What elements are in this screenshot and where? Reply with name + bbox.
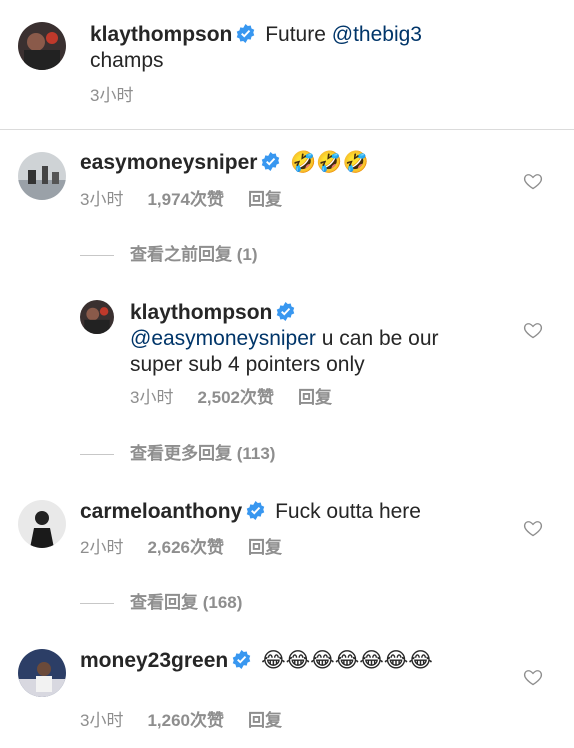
- comment-meta: 3小时 1,974次赞 回复: [80, 189, 282, 211]
- heart-icon[interactable]: [523, 171, 543, 191]
- comment-username[interactable]: money23green: [80, 649, 228, 672]
- caption-text-before: Future: [265, 23, 326, 46]
- reply-button[interactable]: 回复: [248, 537, 282, 559]
- reply-button[interactable]: 回复: [248, 710, 282, 732]
- comment-meta: 2小时 2,626次赞 回复: [80, 537, 282, 559]
- like-count[interactable]: 1,260次赞: [147, 710, 224, 732]
- divider-dash: [80, 454, 114, 456]
- reply-button[interactable]: 回复: [248, 189, 282, 211]
- like-count[interactable]: 2,502次赞: [197, 387, 274, 409]
- caption-time: 3小时: [90, 85, 133, 107]
- comment-emoji: 🤣🤣🤣: [290, 151, 369, 174]
- like-count[interactable]: 2,626次赞: [147, 537, 224, 559]
- reply-text: klaythompson @easymoneysniper u can be o…: [130, 300, 490, 378]
- caption-username[interactable]: klaythompson: [90, 23, 232, 46]
- avatar[interactable]: [80, 300, 114, 334]
- verified-badge-icon: [261, 152, 280, 171]
- comment-text: easymoneysniper 🤣🤣🤣: [80, 150, 500, 176]
- comment-username[interactable]: easymoneysniper: [80, 151, 257, 174]
- timestamp: 3小时: [80, 711, 124, 730]
- avatar[interactable]: [18, 649, 66, 697]
- verified-badge-icon: [246, 501, 265, 520]
- view-replies-button[interactable]: 查看回复 (168): [80, 592, 242, 614]
- timestamp: 3小时: [90, 86, 134, 105]
- avatar[interactable]: [18, 152, 66, 200]
- post-caption: klaythompson Future @thebig3 champs 3小时: [0, 0, 574, 130]
- reply-meta: 3小时 2,502次赞 回复: [130, 387, 332, 409]
- verified-badge-icon: [276, 302, 295, 321]
- comment-meta: 3小时 1,260次赞 回复: [80, 710, 282, 732]
- heart-icon[interactable]: [523, 320, 543, 340]
- caption-text: klaythompson Future @thebig3 champs: [90, 22, 550, 74]
- verified-badge-icon: [232, 650, 251, 669]
- view-replies-button[interactable]: 查看之前回复 (1): [80, 244, 258, 266]
- comment-username[interactable]: carmeloanthony: [80, 500, 242, 523]
- avatar[interactable]: [18, 500, 66, 548]
- view-replies-label: 查看回复 (168): [130, 593, 243, 612]
- caption-text-after: champs: [90, 49, 164, 72]
- comment-emoji: 😂😂😂😂😂😂😂: [261, 649, 433, 672]
- caption-mention[interactable]: @thebig3: [332, 23, 422, 46]
- divider-dash: [80, 255, 114, 257]
- reply-username[interactable]: klaythompson: [130, 301, 272, 324]
- avatar[interactable]: [18, 22, 66, 70]
- timestamp: 3小时: [80, 190, 124, 209]
- view-replies-button[interactable]: 查看更多回复 (113): [80, 443, 275, 465]
- verified-badge-icon: [236, 24, 255, 43]
- comment-text: money23green 😂😂😂😂😂😂😂: [80, 648, 500, 674]
- timestamp: 3小时: [130, 388, 174, 407]
- view-replies-label: 查看之前回复 (1): [130, 245, 258, 264]
- divider-dash: [80, 603, 114, 605]
- heart-icon[interactable]: [523, 518, 543, 538]
- timestamp: 2小时: [80, 538, 124, 557]
- comment-text: carmeloanthony Fuck outta here: [80, 499, 500, 525]
- reply-mention[interactable]: @easymoneysniper: [130, 327, 316, 350]
- reply-button[interactable]: 回复: [298, 387, 332, 409]
- view-replies-label: 查看更多回复 (113): [130, 444, 276, 463]
- comment-body: Fuck outta here: [275, 500, 421, 523]
- like-count[interactable]: 1,974次赞: [147, 189, 224, 211]
- heart-icon[interactable]: [523, 667, 543, 687]
